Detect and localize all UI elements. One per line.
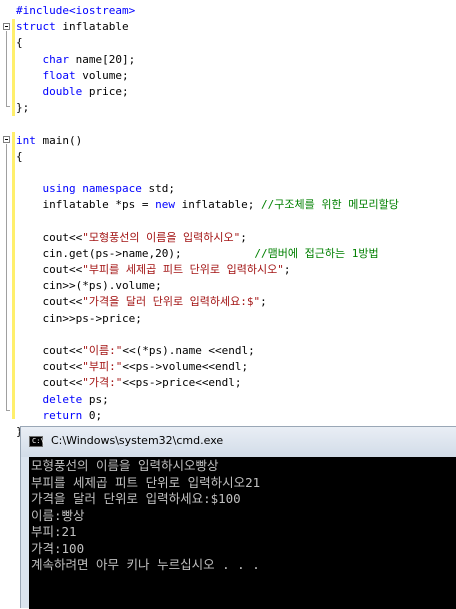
code-line: cin>>ps->price; (16, 311, 399, 327)
code-token: float (42, 68, 76, 82)
outline-gutter (0, 0, 12, 420)
code-token: struct (16, 20, 56, 34)
code-token: double (42, 84, 83, 98)
code-token: namespace (82, 182, 142, 196)
code-line: cout<<"이름:"<<(*ps).name <<endl; (16, 343, 399, 359)
code-token: { (16, 36, 23, 50)
code-token: <<(*ps).name <<endl; (122, 343, 255, 357)
code-token: "가격을 달러 단위로 입력하세요:$" (82, 295, 261, 309)
code-token: cin>>(*ps).volume; (16, 279, 162, 293)
change-indicator-bar (12, 132, 15, 419)
code-line: cin.get(ps->name,20); //맴버에 접근하는 1방법 (16, 246, 399, 262)
code-line: #include<iostream> (16, 3, 399, 19)
code-token: "부피를 세제곱 피트 단위로 입력하시오" (82, 263, 284, 276)
code-token: new (155, 198, 175, 212)
change-indicator-bar (12, 19, 15, 116)
code-token: cout<< (16, 230, 83, 244)
code-line: cout<<"부피:"<<ps->volume<<endl; (16, 359, 399, 375)
code-line: inflatable *ps = new inflatable; //구조체를 … (16, 197, 399, 213)
code-token: using (42, 182, 76, 196)
cmd-title-bar[interactable]: C:\ C:\Windows\system32\cmd.exe (21, 427, 456, 457)
code-token: delete (42, 392, 83, 406)
source-code[interactable]: #include<iostream> struct inflatable{ cha… (16, 3, 399, 440)
console-line: 가격을 달러 단위로 입력하세요:$100 (31, 491, 241, 506)
console-line: 이름:빵상 (31, 507, 85, 523)
code-line: struct inflatable (16, 19, 399, 35)
code-token: return (42, 408, 83, 422)
code-token: //맴버에 접근하는 1방법 (254, 246, 379, 260)
code-token: }; (16, 101, 30, 115)
code-editor[interactable]: #include<iostream> struct inflatable{ cha… (0, 0, 456, 438)
code-line: int main() (16, 133, 399, 149)
code-line: cin>>(*ps).volume; (16, 278, 399, 294)
code-line: cout<<"가격:"<<ps->price<<endl; (16, 375, 399, 391)
code-line: }; (16, 100, 399, 116)
code-token: std; (141, 182, 175, 196)
code-token: //구조체를 위한 메모리할당 (261, 198, 399, 212)
cmd-window[interactable]: C:\ C:\Windows\system32\cmd.exe 모형풍선의 이름… (20, 426, 456, 609)
window-title: C:\Windows\system32\cmd.exe (51, 434, 224, 447)
code-token: cin>>ps->price; (16, 311, 142, 325)
code-line: double price; (16, 84, 399, 100)
code-token: "모형풍선의 이름을 입력하시오" (82, 230, 241, 244)
fold-toggle-struct-icon[interactable] (3, 23, 10, 30)
code-token: <<ps->price<<endl; (122, 376, 242, 390)
code-line: cout<<"모형풍선의 이름을 입력하시오"; (16, 230, 399, 246)
code-token: cout<< (16, 360, 83, 374)
code-line: using namespace std; (16, 181, 399, 197)
console-line: 부피를 세제곱 피트 단위로 입력하시오21 (31, 474, 261, 490)
code-token: main() (35, 133, 83, 147)
console-line: 계속하려면 아무 키나 누르십시오 . . . (31, 557, 260, 572)
code-token: inflatable; (174, 198, 262, 212)
code-token: ; (283, 263, 291, 276)
code-token: inflatable (55, 20, 129, 34)
code-token: "이름:" (82, 343, 123, 357)
code-line: char name[20]; (16, 52, 399, 68)
code-token: char (42, 52, 70, 66)
fold-toggle-main-icon[interactable] (3, 136, 10, 143)
code-line: { (16, 149, 399, 165)
code-token: #include<iostream> (16, 4, 136, 17)
code-token: { (16, 149, 23, 163)
code-token: "가격:" (82, 376, 123, 390)
code-token: cout<< (16, 343, 83, 357)
code-token: ; (260, 295, 267, 309)
console-text: 모형풍선의 이름을 입력하시오빵상 부피를 세제곱 피트 단위로 입력하시오21 가… (31, 458, 260, 574)
code-token: cin.get(ps->name,20); (16, 246, 255, 260)
console-line: 가격:100 (31, 540, 85, 556)
code-token: cout<< (16, 376, 83, 390)
console-line: 부피:21 (31, 524, 77, 539)
code-token: name[20]; (69, 52, 136, 66)
code-token: <<ps->volume<<endl; (122, 360, 249, 374)
code-token: ps; (82, 392, 109, 406)
code-token: int (16, 133, 36, 147)
code-line: cout<<"부피를 세제곱 피트 단위로 입력하시오"; (16, 262, 399, 278)
code-token: ; (240, 230, 247, 244)
code-token: inflatable *ps = (16, 198, 156, 212)
code-token: cout<< (16, 295, 83, 309)
code-line: float volume; (16, 68, 399, 84)
code-line: return 0; (16, 408, 399, 424)
code-token: cout<< (16, 263, 83, 276)
code-line: cout<<"가격을 달러 단위로 입력하세요:$"; (16, 294, 399, 310)
code-line: { (16, 35, 399, 51)
code-token: volume; (75, 68, 129, 82)
code-token: "부피:" (82, 360, 123, 374)
cmd-icon: C:\ (29, 436, 45, 447)
code-token: price; (82, 84, 129, 98)
console-output-area[interactable]: 모형풍선의 이름을 입력하시오빵상 부피를 세제곱 피트 단위로 입력하시오21 가… (29, 457, 456, 609)
console-line: 모형풍선의 이름을 입력하시오빵상 (31, 458, 219, 473)
code-line: delete ps; (16, 392, 399, 408)
code-token: 0; (82, 408, 103, 422)
